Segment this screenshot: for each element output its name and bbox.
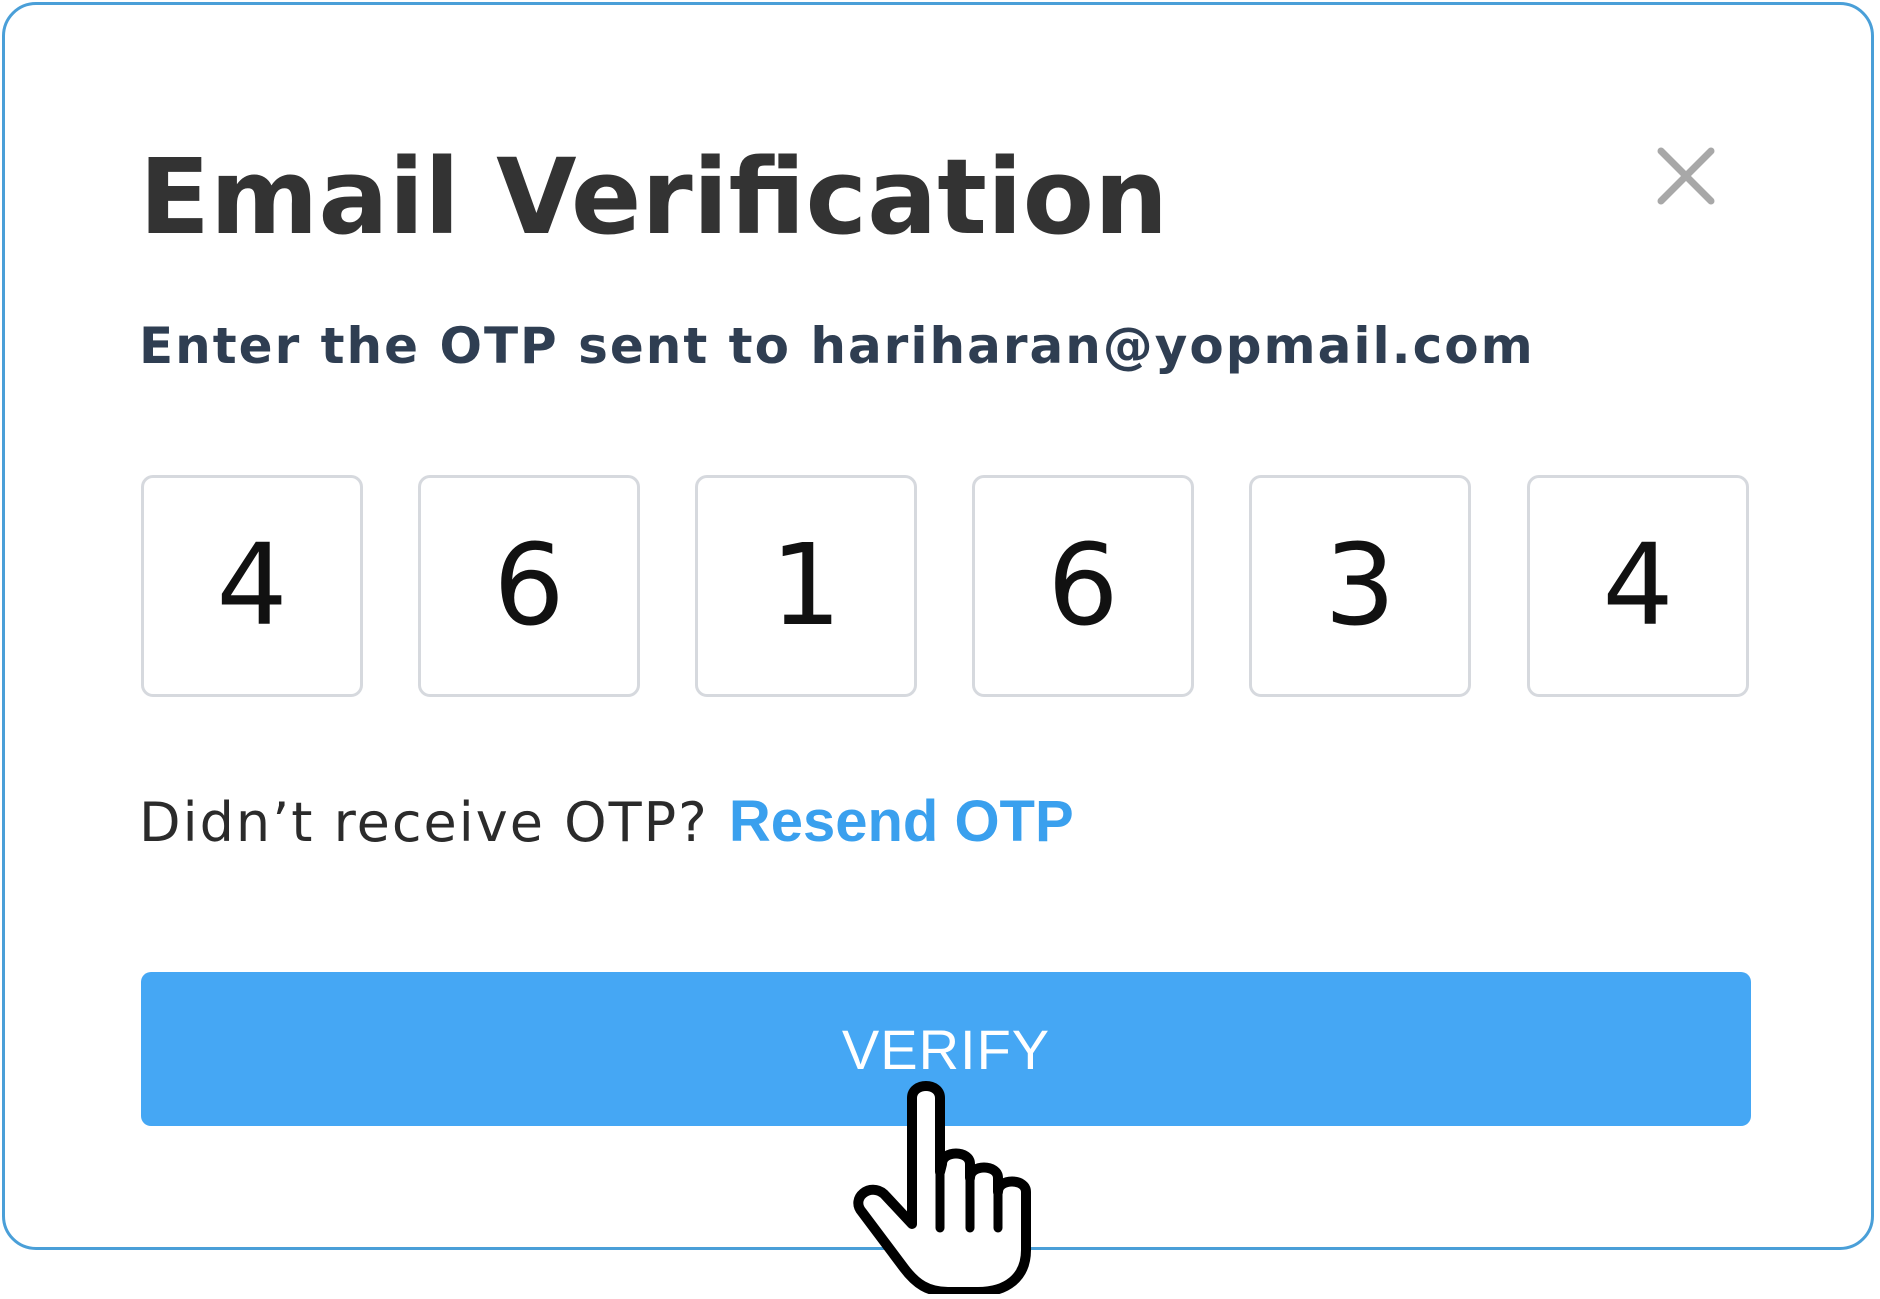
dialog-title: Email Verification bbox=[139, 136, 1169, 258]
resend-prompt: Didn’t receive OTP? bbox=[139, 791, 709, 854]
resend-otp-link[interactable]: Resend OTP bbox=[729, 789, 1074, 854]
otp-digit-1[interactable]: 4 bbox=[141, 475, 363, 697]
hand-pointer-icon bbox=[848, 1060, 1048, 1297]
resend-row: Didn’t receive OTP? Resend OTP bbox=[139, 793, 1074, 851]
otp-digit-3[interactable]: 1 bbox=[695, 475, 917, 697]
otp-digit-5[interactable]: 3 bbox=[1249, 475, 1471, 697]
otp-digit-6[interactable]: 4 bbox=[1527, 475, 1749, 697]
otp-digit-4[interactable]: 6 bbox=[972, 475, 1194, 697]
otp-digit-2[interactable]: 6 bbox=[418, 475, 640, 697]
otp-input-group: 4 6 1 6 3 4 bbox=[141, 475, 1751, 697]
close-icon bbox=[1657, 147, 1715, 205]
otp-instruction: Enter the OTP sent to hariharan@yopmail.… bbox=[139, 317, 1535, 375]
close-button[interactable] bbox=[1651, 141, 1721, 211]
